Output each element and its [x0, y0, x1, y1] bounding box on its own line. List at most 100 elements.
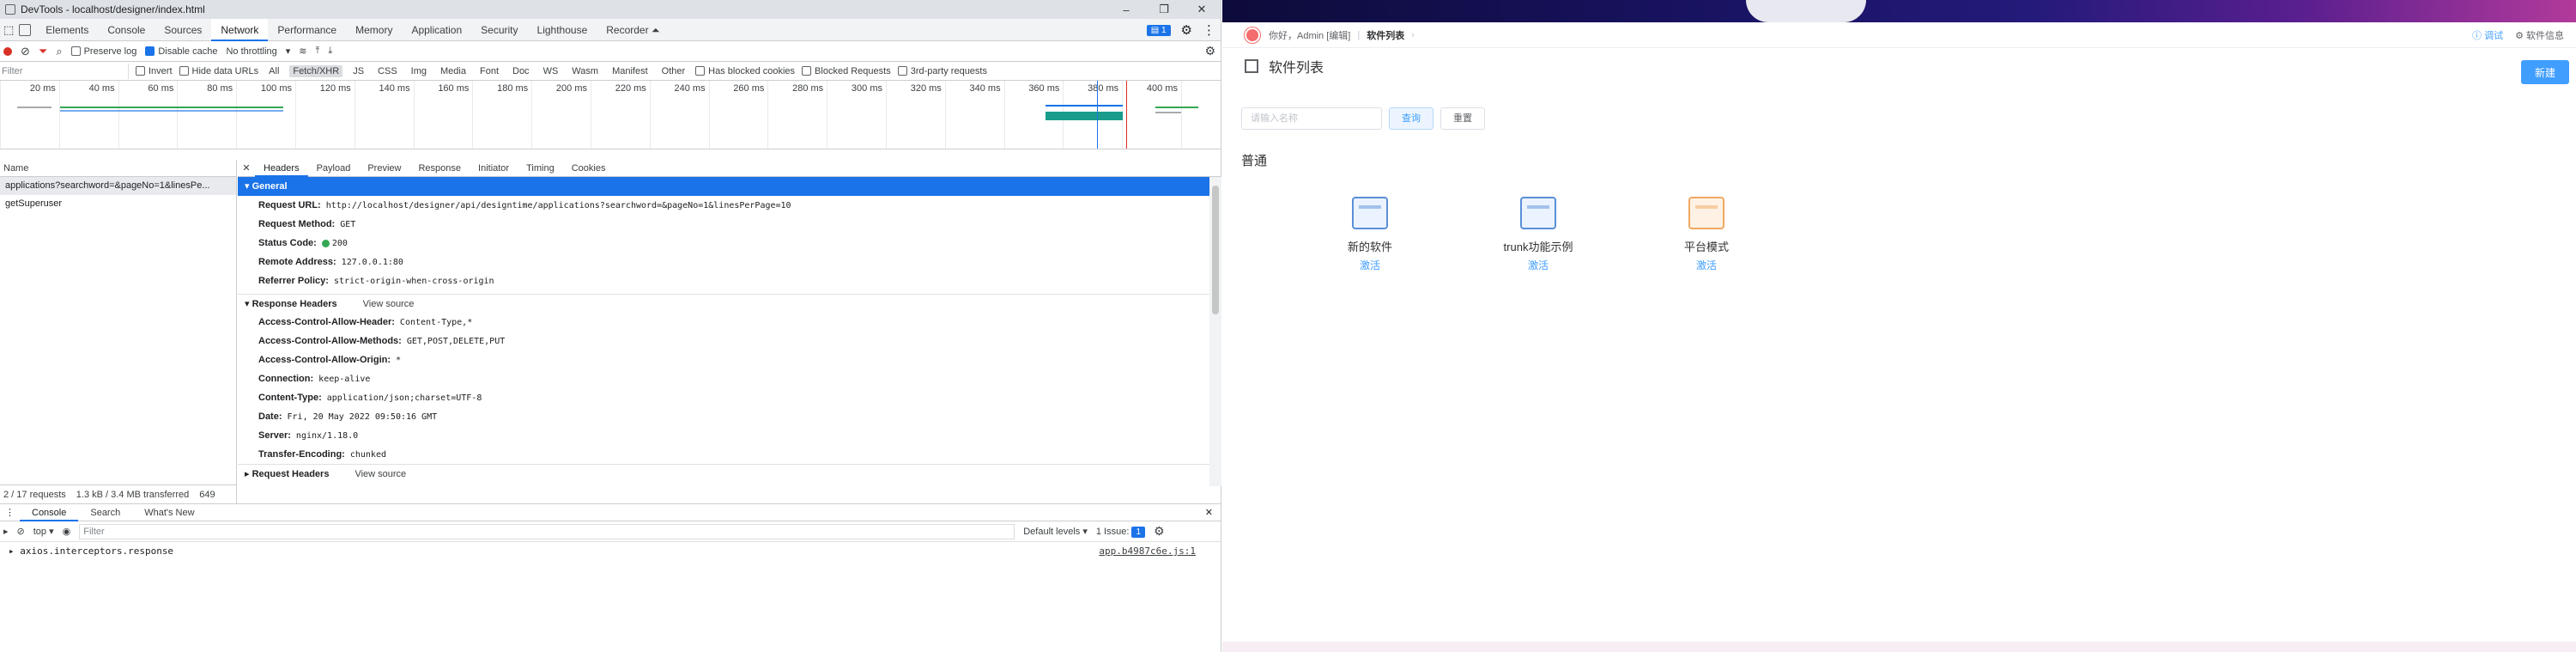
clear-console-icon[interactable]: ⊘ — [17, 526, 25, 537]
context-select[interactable]: top ▾ — [33, 526, 54, 537]
filter-type-css[interactable]: CSS — [374, 65, 401, 77]
record-icon[interactable] — [3, 46, 12, 56]
request-row[interactable]: getSuperuser — [0, 195, 236, 213]
detail-scrollbar[interactable] — [1209, 177, 1221, 486]
greeting-text[interactable]: 你好，Admin [编辑] — [1269, 28, 1350, 42]
search-input[interactable]: 请输入名称 — [1241, 107, 1382, 130]
filter-type-media[interactable]: Media — [437, 65, 470, 77]
tab-console-drawer[interactable]: Console — [20, 504, 79, 521]
activate-link[interactable]: 激活 — [1528, 258, 1549, 272]
tab-recorder[interactable]: Recorder ⏶ — [597, 19, 669, 41]
console-filter-input[interactable]: Filter — [79, 523, 1015, 539]
reset-button[interactable]: 重置 — [1440, 107, 1485, 130]
settings-gear-icon[interactable]: ⚙ — [1181, 22, 1192, 38]
tab-preview[interactable]: Preview — [359, 160, 409, 177]
activate-link[interactable]: 激活 — [1360, 258, 1380, 272]
close-window-button[interactable]: ✕ — [1183, 0, 1221, 19]
filter-type-fetch-xhr[interactable]: Fetch/XHR — [289, 64, 343, 77]
throttling-dropdown-icon[interactable]: ▾ — [286, 46, 291, 57]
tab-memory[interactable]: Memory — [346, 19, 402, 41]
tab-console[interactable]: Console — [98, 19, 155, 41]
activate-link[interactable]: 激活 — [1696, 258, 1717, 272]
third-party-checkbox[interactable]: 3rd-party requests — [897, 66, 987, 76]
general-section-header[interactable]: ▾ General — [238, 177, 1221, 196]
tab-elements[interactable]: Elements — [36, 19, 98, 41]
request-list-header[interactable]: Name — [0, 160, 236, 177]
tab-timing[interactable]: Timing — [518, 160, 563, 177]
filter-type-js[interactable]: JS — [349, 65, 367, 77]
filter-type-all[interactable]: All — [265, 65, 282, 77]
timeline-tick-label: 60 ms — [148, 83, 174, 94]
close-drawer-icon[interactable]: ✕ — [1205, 507, 1213, 518]
timeline-tick: 80 ms — [177, 81, 236, 149]
tab-network[interactable]: Network — [211, 18, 269, 41]
issues-badge[interactable]: ▤ 1 — [1146, 24, 1171, 36]
software-card[interactable]: trunk功能示例 激活 — [1454, 197, 1622, 272]
new-button[interactable]: 新建 — [2521, 60, 2569, 84]
export-har-icon[interactable]: ⤓ — [328, 46, 332, 57]
filter-type-ws[interactable]: WS — [540, 65, 562, 77]
blocked-requests-checkbox[interactable]: Blocked Requests — [802, 66, 891, 76]
log-source-link[interactable]: app.b4987c6e.js:1 — [1099, 542, 1196, 561]
filter-type-other[interactable]: Other — [658, 65, 689, 77]
network-overview-timeline[interactable]: 42400 ms 380 ms 360 ms 340 ms 320 ms 300 ms 28… — [0, 81, 1221, 149]
tab-lighthouse[interactable]: Lighthouse — [528, 19, 597, 41]
view-source-link[interactable]: View source — [363, 295, 415, 313]
filter-type-doc[interactable]: Doc — [509, 65, 533, 77]
filter-funnel-icon[interactable]: ⏷ — [39, 45, 47, 58]
eye-icon[interactable]: ◉ — [63, 526, 71, 537]
tab-headers[interactable]: Headers — [255, 160, 308, 177]
tab-sources[interactable]: Sources — [155, 19, 211, 41]
view-source-link[interactable]: View source — [355, 465, 406, 483]
preserve-log-checkbox[interactable]: Preserve log — [70, 46, 136, 57]
timeline-tick-label: 220 ms — [615, 83, 646, 94]
console-settings-icon[interactable]: ⚙ — [1154, 524, 1165, 539]
more-options-icon[interactable]: ⋮ — [1203, 22, 1215, 38]
tab-security[interactable]: Security — [471, 19, 527, 41]
breadcrumb[interactable]: 软件列表 — [1367, 28, 1404, 42]
restore-button[interactable]: ❐ — [1145, 0, 1183, 19]
filter-type-manifest[interactable]: Manifest — [609, 65, 652, 77]
drawer-menu-icon[interactable]: ⋮ — [0, 507, 20, 518]
filter-type-font[interactable]: Font — [476, 65, 502, 77]
request-headers-section-header[interactable]: ▸ Request Headers View source — [238, 464, 1221, 483]
filter-input[interactable]: Filter — [0, 63, 129, 79]
avatar[interactable] — [1245, 27, 1260, 43]
filter-type-img[interactable]: Img — [408, 65, 430, 77]
scrollbar-thumb[interactable] — [1212, 186, 1219, 314]
tab-cookies[interactable]: Cookies — [563, 160, 615, 177]
inspect-element-icon[interactable]: ⬚ — [3, 23, 14, 37]
software-card[interactable]: 平台模式 激活 — [1622, 197, 1791, 272]
expand-arrow-icon[interactable]: ▸ — [9, 545, 15, 557]
minimize-button[interactable]: – — [1107, 0, 1145, 19]
wifi-icon[interactable]: ≋ — [299, 46, 306, 57]
tab-response[interactable]: Response — [409, 160, 470, 177]
network-settings-icon[interactable]: ⚙ — [1204, 44, 1215, 58]
tab-whats-new[interactable]: What's New — [132, 504, 206, 521]
search-icon[interactable]: ⌕ — [56, 45, 62, 58]
device-toolbar-icon[interactable] — [19, 23, 32, 36]
tab-initiator[interactable]: Initiator — [470, 160, 518, 177]
tab-search[interactable]: Search — [78, 504, 132, 521]
clear-icon[interactable]: ⊘ — [21, 45, 30, 58]
has-blocked-cookies-checkbox[interactable]: Has blocked cookies — [695, 66, 795, 76]
import-har-icon[interactable]: ⤒ — [316, 46, 320, 57]
tab-application[interactable]: Application — [402, 19, 471, 41]
close-detail-icon[interactable]: ✕ — [238, 162, 255, 174]
filter-type-wasm[interactable]: Wasm — [568, 65, 602, 77]
disable-cache-checkbox[interactable]: Disable cache — [145, 46, 217, 57]
tab-payload[interactable]: Payload — [308, 160, 360, 177]
software-info-link[interactable]: ⚙ 软件信息 — [2515, 28, 2564, 42]
debug-link[interactable]: ⓘ 调试 — [2472, 28, 2503, 42]
log-levels-select[interactable]: Default levels ▾ — [1023, 526, 1088, 537]
search-button[interactable]: 查询 — [1389, 107, 1433, 130]
request-row[interactable]: applications?searchword=&pageNo=1&linesP… — [0, 177, 236, 195]
tab-performance[interactable]: Performance — [268, 19, 346, 41]
console-issues-button[interactable]: 1 Issue: 1 — [1096, 526, 1146, 538]
software-card[interactable]: 新的软件 激活 — [1286, 197, 1454, 272]
invert-checkbox[interactable]: Invert — [136, 66, 173, 76]
hide-data-urls-checkbox[interactable]: Hide data URLs — [179, 66, 258, 76]
throttling-select[interactable]: No throttling — [226, 46, 276, 57]
sidebar-toggle-icon[interactable]: ▸ — [3, 526, 9, 537]
response-headers-section-header[interactable]: ▾ Response Headers View source — [238, 294, 1221, 313]
